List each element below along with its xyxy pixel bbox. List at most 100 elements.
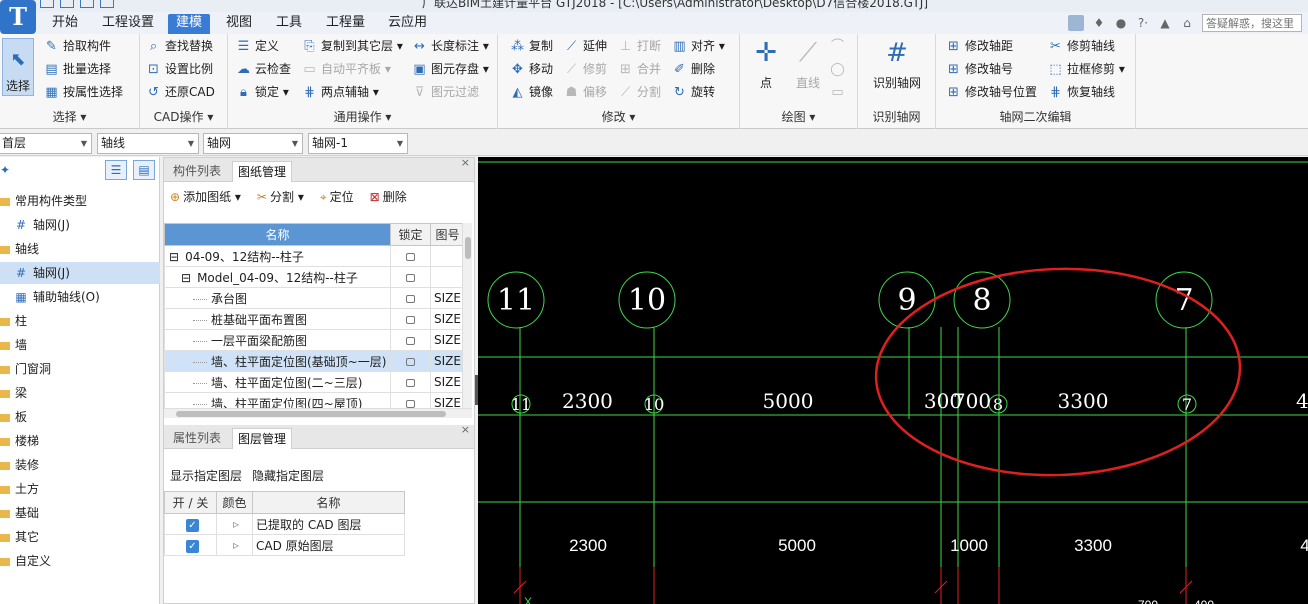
draw-point-button[interactable]: ✛ 点 [748, 38, 784, 91]
tree-add-icon[interactable]: ✦ [0, 163, 10, 177]
hide-layer-button[interactable]: 隐藏指定图层 [252, 467, 324, 484]
tab-layer-management[interactable]: 图层管理 [232, 428, 293, 449]
add-drawing-button[interactable]: ⊕ 添加图纸 ▾ [170, 188, 241, 205]
move-button[interactable]: ✥ 移动 [510, 59, 553, 79]
show-layer-button[interactable]: 显示指定图层 [170, 467, 242, 484]
modify-axis-position-button[interactable]: ⊞ 修改轴号位置 [946, 82, 1037, 102]
tree-folder[interactable]: 墙 [0, 334, 160, 356]
merge-button[interactable]: ⊞ 合并 [618, 59, 661, 79]
help-icon[interactable]: ?· [1136, 16, 1150, 30]
tree-item[interactable]: # 轴网(J) [0, 214, 160, 236]
expander-icon[interactable]: ⊟ [181, 271, 191, 285]
select-by-property-button[interactable]: ▦ 按属性选择 [44, 82, 123, 102]
tab-quantity[interactable]: 工程量 [318, 14, 373, 34]
lock-icon[interactable] [406, 337, 415, 345]
tab-project-settings[interactable]: 工程设置 [94, 14, 162, 34]
modify-axis-number-button[interactable]: ⊞ 修改轴号 [946, 59, 1013, 79]
tree-item[interactable]: # 轴网(J) [0, 262, 160, 284]
trim-button[interactable]: ⟋ 修剪 [564, 59, 607, 79]
tree-folder[interactable]: 基础 [0, 502, 160, 524]
layer-toggle-checkbox[interactable]: ✓ [186, 518, 199, 532]
list-view-icon[interactable]: ☰ [105, 160, 127, 180]
circle-button[interactable]: ◯ [830, 59, 849, 79]
close-icon[interactable]: × [461, 156, 470, 169]
lock-icon[interactable] [406, 358, 415, 366]
restore-axis-button[interactable]: ⋕ 恢复轴线 [1048, 82, 1115, 102]
column-header-number[interactable]: 图号 [430, 223, 465, 246]
layer-row[interactable]: ✓ ▹ CAD 原始图层 [164, 534, 405, 556]
drawing-table-hscroll[interactable] [164, 408, 472, 418]
type-select[interactable]: 轴网 ▼ [203, 133, 303, 154]
identify-grid-button[interactable]: # 识别轴网 [864, 38, 930, 91]
tree-folder[interactable]: 常用构件类型 [0, 190, 160, 212]
close-icon[interactable]: × [461, 423, 470, 436]
restore-cad-button[interactable]: ↺ 还原CAD [146, 82, 215, 102]
batch-select-button[interactable]: ▤ 批量选择 [44, 59, 111, 79]
copy-to-layer-button[interactable]: ⎘ 复制到其它层 ▾ [302, 36, 403, 56]
arc-button[interactable]: ⌒ [830, 36, 849, 56]
mirror-button[interactable]: ◭ 镜像 [510, 82, 554, 102]
tab-start[interactable]: 开始 [44, 14, 86, 34]
break-button[interactable]: ⊥ 打断 [618, 36, 661, 56]
auto-align-slab-button[interactable]: ▭ 自动平齐板 ▾ [302, 59, 391, 79]
tree-folder[interactable]: 轴线 [0, 238, 160, 260]
tab-drawing-management[interactable]: 图纸管理 [232, 161, 293, 182]
tab-modeling[interactable]: 建模 [168, 14, 211, 34]
split-drawing-button[interactable]: ✂ 分割 ▾ [257, 188, 304, 205]
tree-folder[interactable]: 装修 [0, 454, 160, 476]
tab-tools[interactable]: 工具 [268, 14, 310, 34]
chat-icon[interactable]: ● [1114, 16, 1128, 30]
cad-canvas[interactable]: 1110987111087230050003007003300472300500… [478, 157, 1308, 604]
tree-folder[interactable]: 梁 [0, 382, 160, 404]
lock-icon[interactable] [406, 379, 415, 387]
select-button[interactable]: ⬉ 选择 [2, 38, 34, 96]
delete-drawing-button[interactable]: ⊠ 删除 [370, 188, 407, 205]
column-header-onoff[interactable]: 开 / 关 [164, 491, 217, 514]
define-button[interactable]: ☰ 定义 [236, 36, 279, 56]
user-avatar[interactable] [1068, 15, 1084, 31]
tab-property-list[interactable]: 属性列表 [168, 428, 226, 449]
expand-arrow-icon[interactable]: ▹ [216, 513, 253, 535]
column-header-color[interactable]: 颜色 [216, 491, 253, 514]
find-replace-button[interactable]: ⌕ 查找替换 [146, 36, 213, 56]
search-input[interactable] [1202, 14, 1302, 32]
drawing-row[interactable]: 一层平面梁配筋图 SIZE [164, 329, 465, 351]
lock-icon[interactable] [406, 400, 415, 408]
offset-button[interactable]: ☗ 偏移 [564, 82, 607, 102]
tree-folder[interactable]: 自定义 [0, 550, 160, 572]
column-header-lock[interactable]: 锁定 [390, 223, 431, 246]
detail-view-icon[interactable]: ▤ [133, 160, 155, 180]
column-header-name[interactable]: 名称 [164, 223, 391, 246]
shirt-icon[interactable]: ▲ [1158, 16, 1172, 30]
draw-line-button[interactable]: ⟋ 直线 [790, 38, 826, 91]
tree-folder[interactable]: 柱 [0, 310, 160, 332]
tab-component-list[interactable]: 构件列表 [168, 161, 226, 182]
element-select[interactable]: 轴网-1 ▼ [308, 133, 408, 154]
quick-access-toolbar[interactable] [40, 0, 114, 8]
pick-component-button[interactable]: ✎ 拾取构件 [44, 36, 111, 56]
drawing-row[interactable]: ⊟ Model_04-09、12结构--柱子 [164, 266, 465, 288]
delete-button[interactable]: ✐ 删除 [672, 59, 715, 79]
floor-select[interactable]: 首层 ▼ [0, 133, 92, 154]
drawing-table-vscroll[interactable] [462, 223, 472, 408]
bell-icon[interactable]: ♦ [1092, 16, 1106, 30]
app-logo[interactable]: T [0, 0, 36, 34]
box-trim-button[interactable]: ⬚ 拉框修剪 ▾ [1048, 59, 1125, 79]
lock-icon[interactable] [406, 316, 415, 324]
expander-icon[interactable]: ⊟ [169, 250, 179, 264]
drawing-row[interactable]: 墙、柱平面定位图(基础顶~一层) SIZE [164, 350, 465, 372]
extend-button[interactable]: ⟋ 延伸 [564, 36, 607, 56]
cloud-check-button[interactable]: ☁ 云检查 [236, 59, 291, 79]
rotate-button[interactable]: ↻ 旋转 [672, 82, 715, 102]
lock-icon[interactable] [406, 253, 415, 261]
rect-button[interactable]: ▭ [830, 82, 849, 102]
tree-folder[interactable]: 楼梯 [0, 430, 160, 452]
tab-cloud[interactable]: 云应用 [380, 14, 435, 34]
category-select[interactable]: 轴线 ▼ [97, 133, 199, 154]
layer-toggle-checkbox[interactable]: ✓ [186, 539, 199, 553]
layer-row[interactable]: ✓ ▹ 已提取的 CAD 图层 [164, 513, 405, 535]
lock-icon[interactable] [406, 274, 415, 282]
tree-item[interactable]: ▦ 辅助轴线(O) [0, 286, 160, 308]
column-header-layer-name[interactable]: 名称 [252, 491, 405, 514]
drawing-row[interactable]: ⊟ 04-09、12结构--柱子 [164, 245, 465, 267]
